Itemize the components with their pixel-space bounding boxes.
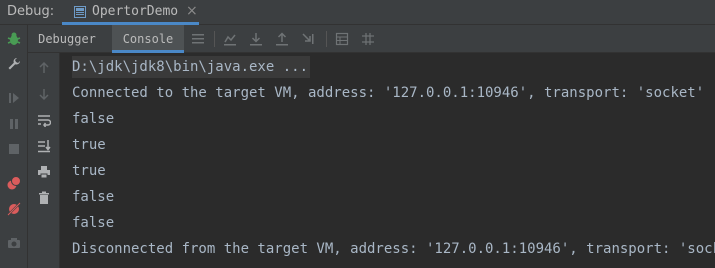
breakpoints-icon[interactable] bbox=[4, 173, 24, 193]
console-line: false bbox=[72, 215, 115, 231]
scroll-to-end-icon[interactable] bbox=[34, 136, 54, 156]
debug-label: Debug: bbox=[7, 4, 55, 19]
up-arrow-icon[interactable] bbox=[34, 58, 54, 78]
run-config-tab[interactable]: OpertorDemo bbox=[62, 0, 199, 25]
console-line: false bbox=[72, 111, 115, 127]
run-to-cursor-icon[interactable] bbox=[298, 29, 318, 49]
trash-icon[interactable] bbox=[34, 188, 54, 208]
tab-console[interactable]: Console bbox=[112, 25, 184, 53]
resume-icon[interactable] bbox=[4, 88, 24, 108]
console-gutter bbox=[28, 53, 60, 268]
console-line-command: D:\jdk\jdk8\bin\java.exe ... bbox=[72, 56, 311, 78]
step-over-icon[interactable] bbox=[246, 29, 266, 49]
bug-icon[interactable] bbox=[4, 29, 24, 49]
down-arrow-icon[interactable] bbox=[34, 84, 54, 104]
toolbar-separator bbox=[214, 31, 215, 47]
run-config-icon bbox=[74, 6, 86, 18]
mute-breakpoints-icon[interactable] bbox=[4, 199, 24, 219]
soft-wrap-icon[interactable] bbox=[34, 110, 54, 130]
console-line: Connected to the target VM, address: '12… bbox=[72, 85, 705, 101]
console-line: false bbox=[72, 189, 115, 205]
debug-title-bar: Debug: OpertorDemo × bbox=[0, 0, 715, 25]
console-output[interactable]: D:\jdk\jdk8\bin\java.exe ... Connected t… bbox=[60, 53, 715, 268]
trace-icon[interactable] bbox=[358, 29, 378, 49]
menu-icon[interactable] bbox=[188, 29, 208, 49]
console-line: Disconnected from the target VM, address… bbox=[72, 241, 715, 257]
stop-icon[interactable] bbox=[4, 139, 24, 159]
step-out-icon[interactable] bbox=[272, 29, 292, 49]
run-config-tab-label: OpertorDemo bbox=[92, 4, 179, 19]
console-line: true bbox=[72, 137, 106, 153]
camera-icon[interactable] bbox=[4, 233, 24, 253]
console-line: true bbox=[72, 163, 106, 179]
debug-tool-window: Debug: OpertorDemo × Debugger Console D:… bbox=[0, 0, 715, 268]
toolbar-separator bbox=[326, 31, 327, 47]
debug-left-toolbar bbox=[0, 25, 28, 268]
wrench-icon[interactable] bbox=[4, 54, 24, 74]
evaluate-expression-icon[interactable] bbox=[332, 29, 352, 49]
debug-sub-toolbar: Debugger Console bbox=[28, 25, 715, 53]
print-icon[interactable] bbox=[34, 162, 54, 182]
pause-icon[interactable] bbox=[4, 114, 24, 134]
show-execution-point-icon[interactable] bbox=[220, 29, 240, 49]
close-tab-icon[interactable]: × bbox=[186, 3, 198, 19]
tab-debugger[interactable]: Debugger bbox=[32, 25, 102, 53]
